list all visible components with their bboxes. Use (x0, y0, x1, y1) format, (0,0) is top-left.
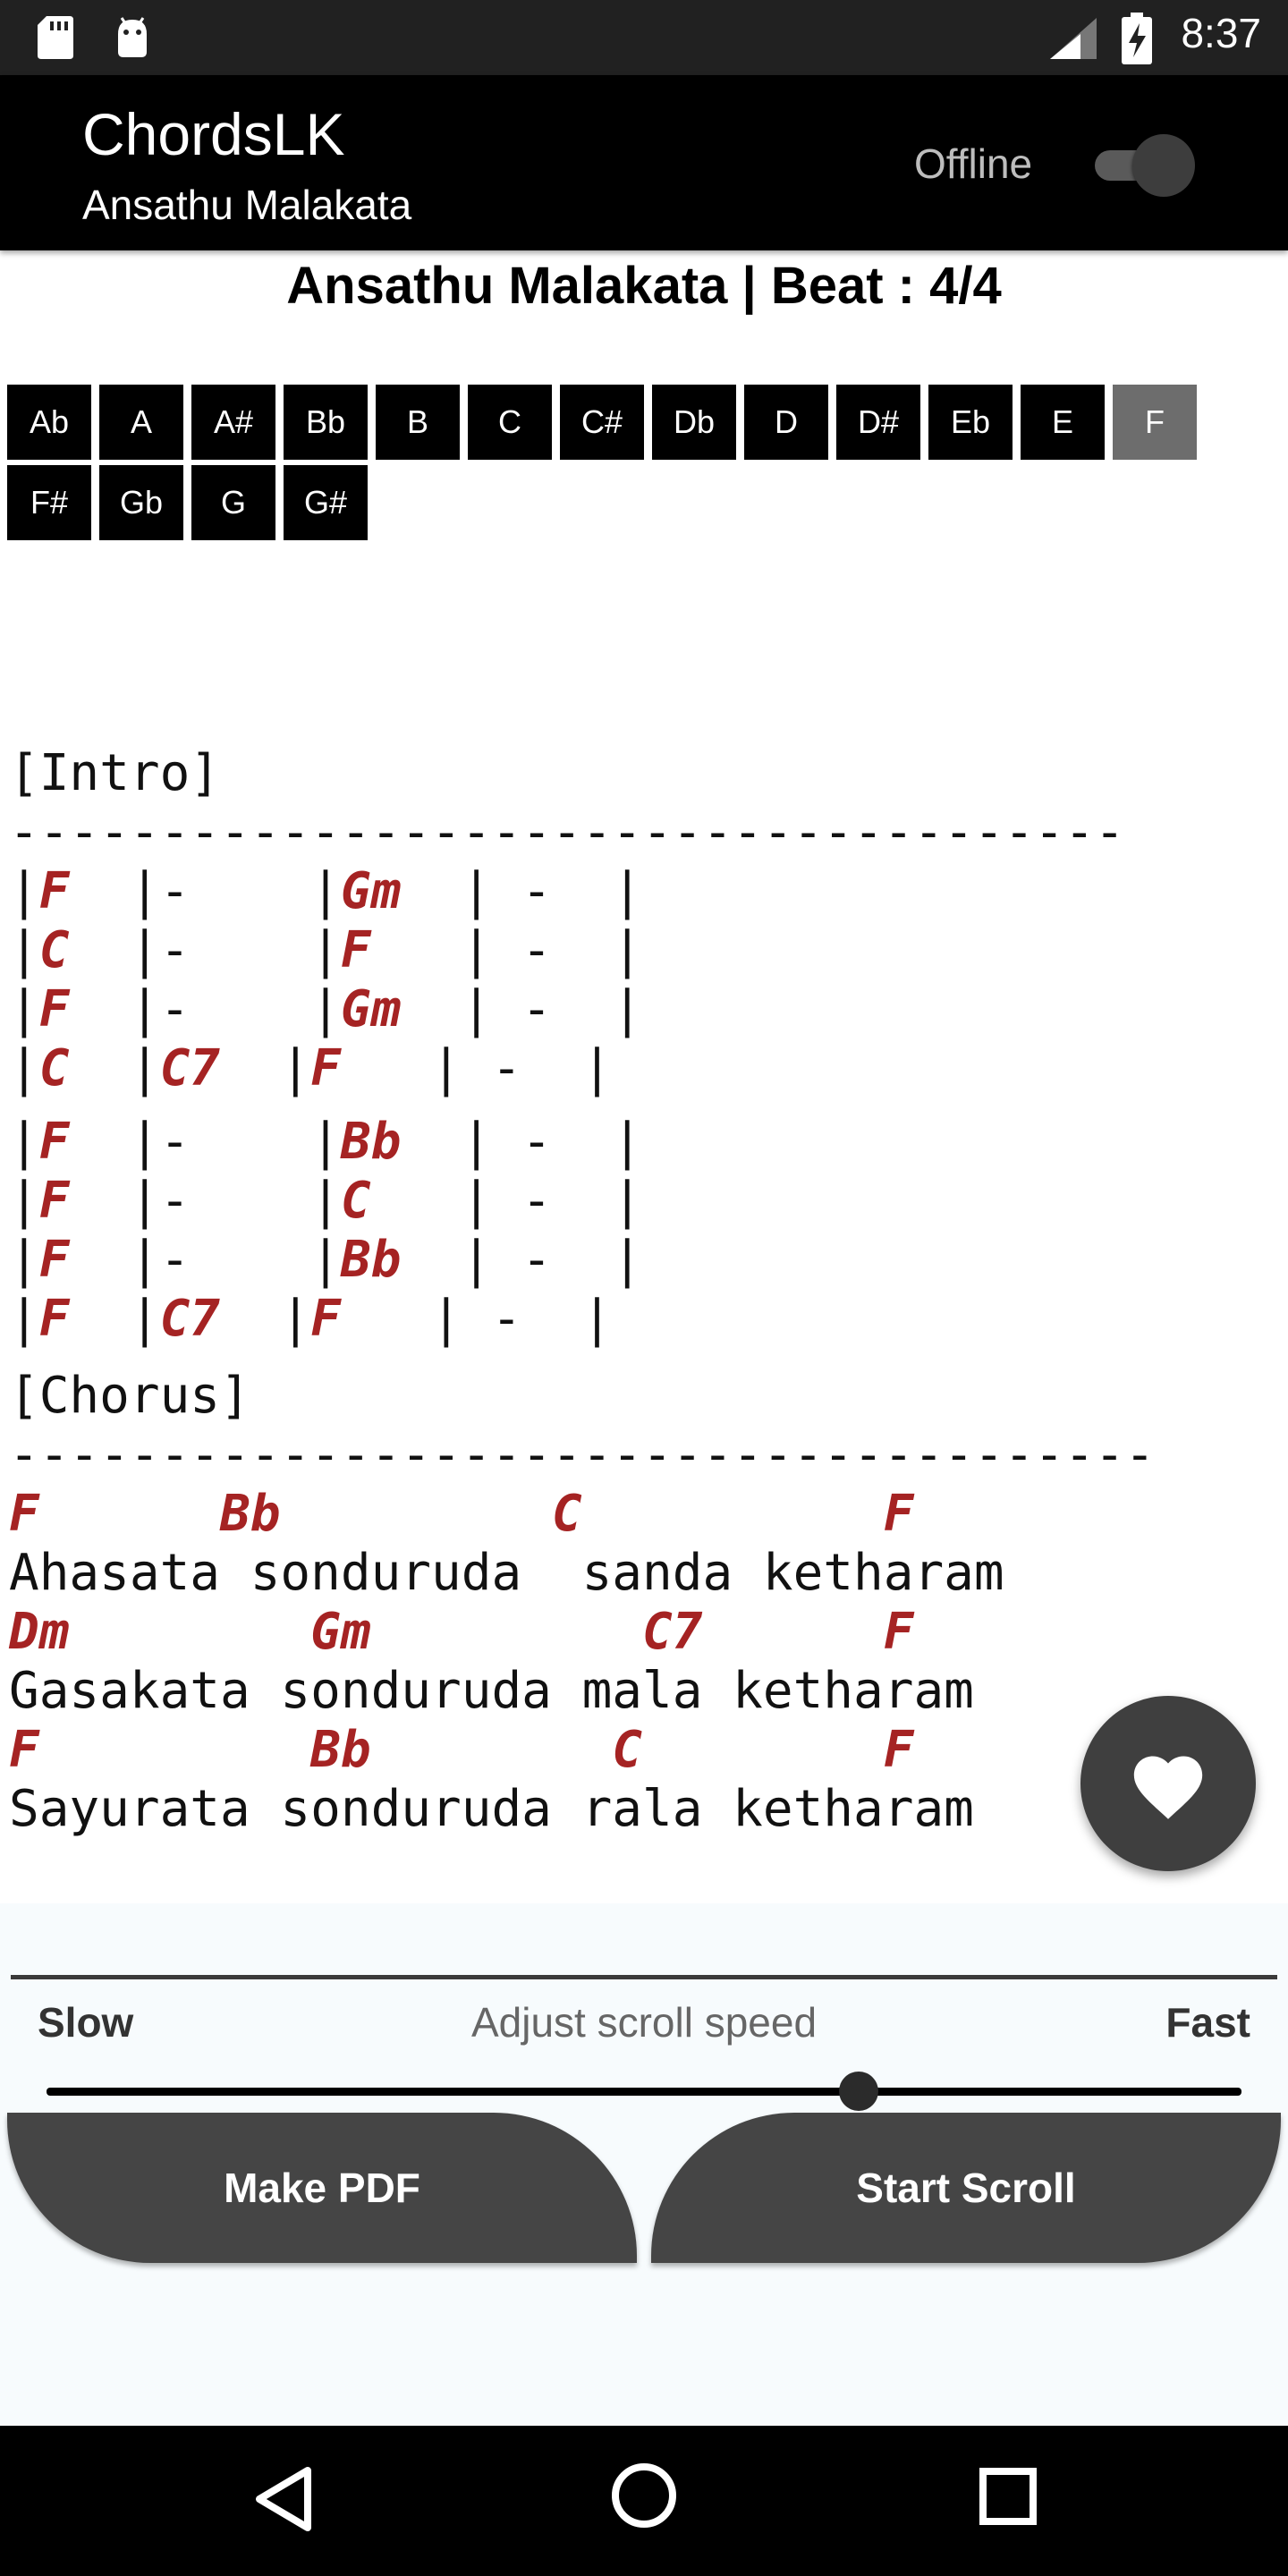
intro-bar-line: |F |- |Gm | - | (9, 980, 643, 1038)
fast-label: Fast (1165, 1999, 1250, 2046)
chord: F (38, 1290, 70, 1348)
chord: C (340, 1172, 371, 1230)
chord: F (38, 980, 70, 1038)
android-icon (113, 16, 152, 63)
chord: F (310, 1290, 341, 1348)
chorus-lyric-line: Sayurata sonduruda rala ketharam (9, 1780, 974, 1838)
key-button[interactable]: D# (836, 385, 920, 460)
key-button[interactable]: Eb (928, 385, 1013, 460)
section-rule: ------------------------------------- (9, 803, 1125, 861)
offline-label: Offline (914, 140, 1033, 187)
key-button[interactable]: Ab (7, 385, 91, 460)
chord: F Bb C F (9, 1485, 914, 1543)
key-button[interactable]: D (744, 385, 828, 460)
intro-bar-line: |F |- |C | - | (9, 1172, 643, 1230)
favorite-button[interactable] (1080, 1696, 1256, 1871)
speed-caption: Adjust scroll speed (470, 1999, 818, 2046)
app-title: ChordsLK (82, 101, 345, 167)
chorus-chord-line: F Bb C F (9, 1721, 913, 1779)
chorus-chord-line: Dm Gm C7 F (9, 1603, 913, 1661)
song-heading: Ansathu Malakata | Beat : 4/4 (286, 257, 1002, 315)
chord: Dm Gm C7 F (9, 1603, 914, 1661)
chord: C (38, 921, 70, 979)
intro-bar-line: |C |C7 |F | - | (9, 1039, 613, 1097)
chord: Gm (340, 980, 402, 1038)
section-header-intro: [Intro] (9, 744, 221, 802)
scroll-control-panel: Adjust scroll speed Slow Fast Make PDF S… (0, 1903, 1288, 2426)
key-button[interactable]: G (191, 465, 275, 540)
chord: Bb (340, 1231, 402, 1289)
chord: F (38, 1172, 70, 1230)
recents-icon[interactable] (979, 2467, 1038, 2529)
chorus-chord-line: F Bb C F (9, 1485, 913, 1543)
chord: C7 (159, 1290, 221, 1348)
panel-divider (11, 1975, 1277, 1979)
key-button[interactable]: C (468, 385, 552, 460)
navigation-bar (0, 2426, 1288, 2576)
app-subtitle: Ansathu Malakata (82, 182, 412, 228)
chord: F Bb C F (9, 1721, 914, 1779)
chorus-lyric-line: Ahasata sonduruda sanda ketharam (9, 1544, 1004, 1602)
toggle-thumb (1132, 134, 1195, 197)
key-button[interactable]: A# (191, 385, 275, 460)
app-bar: ChordsLK Ansathu Malakata Offline (0, 75, 1288, 250)
chord: Gm (340, 862, 402, 920)
chord: F (38, 862, 70, 920)
chord-sheet[interactable]: [Intro] ---------------------------------… (0, 733, 1288, 1903)
chord: C (38, 1039, 70, 1097)
section-rule: -------------------------------------- (9, 1426, 1156, 1484)
chord: F (38, 1231, 70, 1289)
chord: F (340, 921, 371, 979)
section-header-chorus: [Chorus] (9, 1367, 250, 1425)
back-icon[interactable] (252, 2463, 315, 2538)
key-button[interactable]: C# (560, 385, 644, 460)
scroll-speed-slider[interactable] (47, 2064, 1241, 2118)
key-button[interactable]: A (99, 385, 183, 460)
make-pdf-button[interactable]: Make PDF (7, 2113, 637, 2263)
intro-bar-line: |F |- |Gm | - | (9, 862, 643, 920)
chord: C7 (159, 1039, 221, 1097)
chorus-lyric-line: Gasakata sonduruda mala ketharam (9, 1662, 974, 1720)
key-button[interactable]: F (1113, 385, 1197, 460)
slider-thumb[interactable] (839, 2072, 879, 2111)
intro-bar-line: |C |- |F | - | (9, 921, 643, 979)
battery-charging-icon (1122, 13, 1152, 68)
home-icon[interactable] (610, 2462, 678, 2533)
offline-toggle[interactable] (1089, 132, 1197, 199)
key-button[interactable]: F# (7, 465, 91, 540)
signal-icon (1050, 18, 1097, 63)
slider-track (47, 2088, 1241, 2096)
intro-bar-line: |F |C7 |F | - | (9, 1290, 613, 1348)
chord: F (38, 1113, 70, 1171)
heart-icon (1133, 1756, 1203, 1819)
key-button[interactable]: Bb (284, 385, 368, 460)
key-button[interactable]: Gb (99, 465, 183, 540)
status-time: 8:37 (1181, 10, 1261, 56)
slow-label: Slow (38, 1999, 134, 2046)
start-scroll-button[interactable]: Start Scroll (651, 2113, 1281, 2263)
status-bar: 8:37 (0, 0, 1288, 75)
key-button[interactable]: B (376, 385, 460, 460)
chord: Bb (340, 1113, 402, 1171)
chord: F (310, 1039, 341, 1097)
key-button[interactable]: E (1021, 385, 1105, 460)
key-button[interactable]: Db (652, 385, 736, 460)
intro-bar-line: |F |- |Bb | - | (9, 1231, 643, 1289)
key-button[interactable]: G# (284, 465, 368, 540)
intro-bar-line: |F |- |Bb | - | (9, 1113, 643, 1171)
sd-card-icon (38, 16, 73, 63)
